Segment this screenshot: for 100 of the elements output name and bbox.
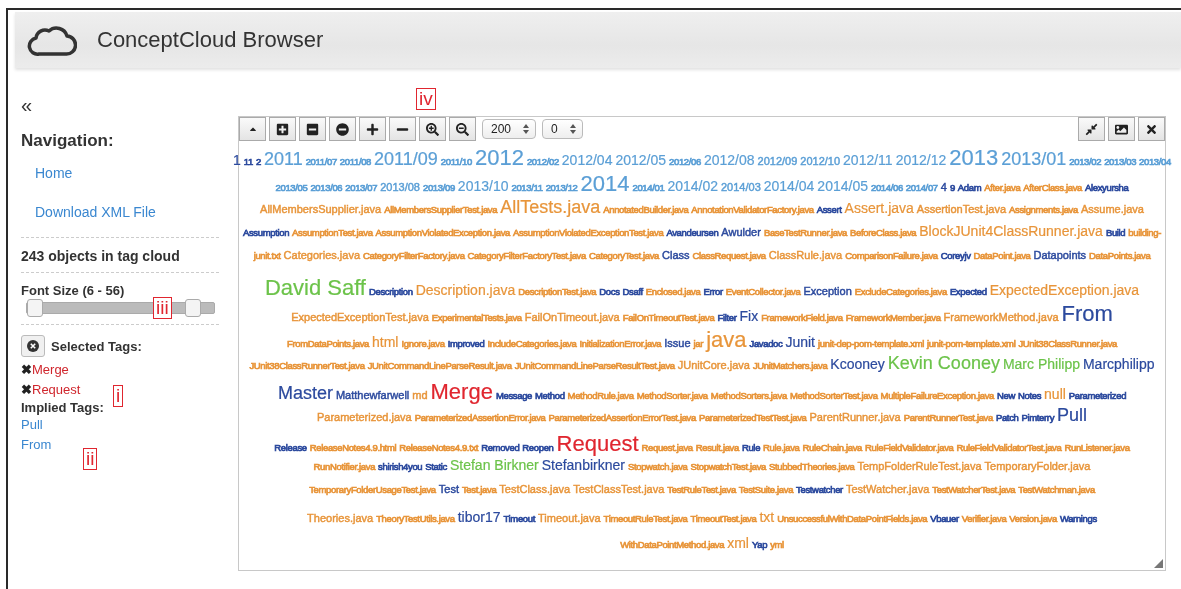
image-button[interactable] (1108, 117, 1135, 141)
cloud-tag[interactable]: TestClass.java (499, 482, 571, 495)
cloud-tag[interactable]: shirish4you (378, 460, 423, 472)
cloud-tag[interactable]: RunNotifier.java (313, 460, 376, 472)
cloud-tag[interactable]: MethodSorters.java (710, 389, 787, 401)
nav-link[interactable]: Home (35, 165, 73, 181)
cloud-tag[interactable]: 4 (940, 180, 947, 193)
cloud-tag[interactable]: ClassRequest.java (692, 249, 766, 261)
cloud-tag[interactable]: CategoryFilterFactory.java (363, 249, 465, 261)
cloud-tag[interactable]: Expected (949, 285, 987, 297)
cloud-tag[interactable]: Static (425, 460, 447, 472)
cloud-tag[interactable]: Pimterry (1021, 411, 1055, 423)
cloud-tag[interactable]: UnsuccessfulWithDataPointFields.java (777, 512, 928, 524)
cloud-tag[interactable]: Test (438, 482, 459, 495)
cloud-tag[interactable]: IncludeCategories.java (487, 337, 577, 349)
cloud-tag[interactable]: Class (662, 248, 690, 261)
cloud-tag[interactable]: RuleChain.java (802, 441, 863, 453)
slider-handle[interactable] (184, 299, 201, 317)
cloud-tag[interactable]: Enclosed.java (645, 285, 701, 297)
minus-button[interactable] (389, 117, 416, 141)
cloud-tag[interactable]: 2013/08 (380, 180, 420, 193)
cloud-tag[interactable]: Warnings (1059, 512, 1097, 524)
cloud-tag[interactable]: Testwatcher (796, 483, 843, 495)
cloud-tag[interactable]: 2013/03 (1104, 155, 1137, 167)
cloud-tag[interactable]: DescriptionTest.java (518, 285, 597, 297)
cloud-tag[interactable]: Alexyursha (1085, 181, 1129, 193)
cloud-tag[interactable]: DataPoint.java (973, 249, 1031, 261)
cloud-tag[interactable]: 2014/07 (905, 181, 938, 193)
cloud-tag[interactable]: JUnitMatchers.java (752, 359, 828, 371)
cloud-tag[interactable]: 2013/11 (511, 181, 543, 193)
cloud-tag[interactable]: 2012/11 (843, 151, 893, 168)
cloud-tag[interactable]: Kevin Cooney (887, 352, 1000, 374)
cloud-tag[interactable]: ParameterizedAssertionError.java (414, 411, 546, 423)
cloud-tag[interactable]: 1 (233, 151, 241, 168)
number-select[interactable]: 0 (542, 119, 583, 139)
cloud-tag[interactable]: AssertionTest.java (916, 202, 1007, 215)
cloud-tag[interactable]: TemporaryFolder.java (984, 459, 1091, 472)
cloud-tag[interactable]: null (1044, 385, 1066, 402)
cloud-tag[interactable]: ClassRule.java (768, 248, 843, 261)
cloud-tag[interactable]: AllMembersSupplierTest.java (384, 203, 498, 215)
cloud-tag[interactable]: md (412, 388, 428, 401)
cloud-tag[interactable]: Request.java (641, 441, 693, 453)
cloud-tag[interactable]: 2014/01 (632, 181, 665, 193)
cloud-tag[interactable]: MultipleFailureException.java (880, 389, 994, 401)
cloud-tag[interactable]: Result.java (695, 441, 739, 453)
cloud-tag[interactable]: JUnitCore.java (677, 358, 750, 371)
selected-tag[interactable]: ✖Merge (21, 360, 69, 380)
cloud-tag[interactable]: AfterClass.java (1023, 181, 1082, 193)
cloud-tag[interactable]: TestWatchman.java (1018, 483, 1095, 495)
cloud-tag[interactable]: Stefanbirkner (541, 456, 625, 473)
cloud-tag[interactable]: 2013/09 (422, 181, 455, 193)
cloud-tag[interactable]: Rule.java (763, 441, 800, 453)
cloud-tag[interactable]: Stopwatch.java (627, 460, 688, 472)
cloud-tag[interactable]: Notes (1018, 389, 1042, 401)
cloud-tag[interactable]: EventCollector.java (725, 285, 801, 297)
cloud-tag[interactable]: 9 (949, 181, 955, 193)
cloud-tag[interactable]: Build (1105, 226, 1126, 238)
cloud-tag[interactable]: junit-pom-template.xml (927, 337, 1016, 349)
cloud-tag[interactable]: 2012 (474, 144, 524, 171)
cloud-tag[interactable]: Assignments.java (1009, 203, 1078, 215)
cloud-tag[interactable]: Javadoc (749, 337, 783, 349)
minus-square-button[interactable] (299, 117, 326, 141)
cloud-tag[interactable]: 2014/05 (817, 177, 868, 194)
cloud-tag[interactable]: Ignore.java (401, 337, 445, 349)
cloud-tag[interactable]: Removed (481, 441, 520, 453)
cloud-tag[interactable]: TestRuleTest.java (667, 483, 736, 495)
cloud-tag[interactable]: 2011/08 (339, 155, 372, 167)
cloud-tag[interactable]: FailOnTimeout.java (524, 310, 620, 323)
cloud-tag[interactable]: FrameworkField.java (761, 311, 843, 323)
cloud-tag[interactable]: Avandeursen (666, 226, 719, 238)
cloud-tag[interactable]: AnnotatedBuilder.java (603, 203, 689, 215)
cloud-tag[interactable]: ReleaseNotes4.9.txt (399, 441, 479, 453)
cloud-tag[interactable]: Rule (741, 441, 761, 453)
cloud-tag[interactable]: 2011/09 (374, 148, 438, 170)
cloud-tag[interactable]: ParentRunnerTest.java (903, 411, 993, 423)
cloud-tag[interactable]: RunListener.java (1064, 441, 1130, 453)
cloud-tag[interactable]: Marc Philipp (1002, 355, 1080, 372)
cloud-tag[interactable]: 2012/12 (895, 151, 947, 168)
cloud-tag[interactable]: 2014 (580, 170, 630, 197)
cloud-tag[interactable]: FrameworkMember.java (845, 311, 941, 323)
cloud-tag[interactable]: TestSuite.java (738, 483, 794, 495)
cloud-tag[interactable]: Marcphilipp (1082, 355, 1155, 372)
cloud-tag[interactable]: Method (535, 389, 565, 401)
cloud-tag[interactable]: Coreyjv (940, 249, 971, 261)
cloud-tag[interactable]: Description.java (415, 281, 516, 298)
cloud-tag[interactable]: DataPoints.java (1089, 249, 1151, 261)
cloud-tag[interactable]: 2013/05 (275, 181, 308, 193)
cloud-tag[interactable]: 2013/07 (345, 181, 378, 193)
plus-button[interactable] (359, 117, 386, 141)
cloud-tag[interactable]: Error (703, 285, 723, 297)
cloud-tag[interactable]: TestWatcher.java (845, 482, 930, 495)
cloud-tag[interactable]: txt (759, 508, 775, 525)
cloud-tag[interactable]: Parameterized (1068, 389, 1127, 401)
cloud-tag[interactable]: 2012/05 (615, 151, 667, 168)
cloud-tag[interactable]: 2011 (263, 148, 303, 170)
cloud-tag[interactable]: Reopen (522, 441, 554, 453)
zoom-in-button[interactable] (419, 117, 446, 141)
cloud-tag[interactable]: 2011/07 (305, 155, 337, 167)
cloud-tag[interactable]: JUnit38ClassRunnerTest.java (249, 359, 365, 371)
cloud-tag[interactable]: David Saff (264, 274, 366, 301)
